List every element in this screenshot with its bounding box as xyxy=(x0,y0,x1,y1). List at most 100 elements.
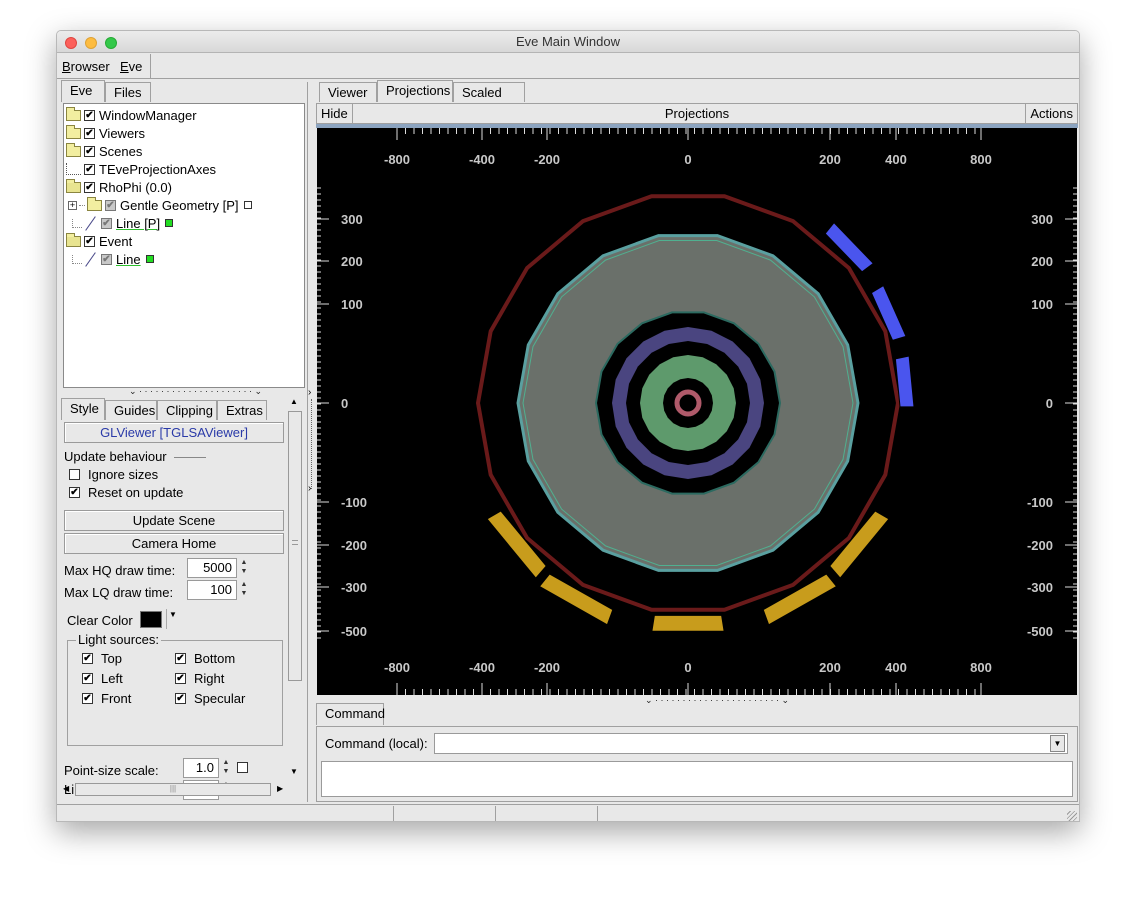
checkbox[interactable]: ✔ xyxy=(175,673,186,684)
scroll-up-icon[interactable]: ▲ xyxy=(290,397,298,406)
menu-browser[interactable]: Browser xyxy=(62,59,110,74)
checkbox[interactable]: ✔ xyxy=(175,653,186,664)
style-panel-hscrollbar[interactable]: ◀ ||| ▶ xyxy=(63,783,287,797)
projection-gl-viewer[interactable]: -800 -800 -400 -400 -200 -200 0 0 200 200 400 400 80… xyxy=(317,128,1077,695)
tree-item-scenes[interactable]: ✔ Scenes xyxy=(66,142,142,160)
scroll-thumb[interactable] xyxy=(288,411,302,681)
scroll-left-icon[interactable]: ◀ xyxy=(63,784,69,793)
checkbox[interactable] xyxy=(69,469,80,480)
y-tick-label-right: 200 xyxy=(1031,254,1053,269)
tree-item-line-p[interactable]: ✔ Line [P] xyxy=(72,214,174,232)
tab-viewer1[interactable]: Viewer 1 xyxy=(319,82,377,115)
max-lq-spinner[interactable]: ▲ ▼ xyxy=(238,580,250,600)
update-scene-button[interactable]: Update Scene xyxy=(64,510,284,531)
clear-color-swatch[interactable] xyxy=(140,611,162,628)
checkbox-label: Left xyxy=(101,671,123,686)
checkbox[interactable]: ✔ xyxy=(101,217,112,229)
x-tick-label-bottom: 800 xyxy=(970,660,992,675)
actions-button[interactable]: Actions xyxy=(1025,104,1077,123)
tree-item-label: Gentle Geometry [P] xyxy=(120,197,239,213)
close-window-button[interactable] xyxy=(65,37,77,49)
splitter-handle[interactable]: ⌄ · · · · · · · · · · · · · · · · · · · … xyxy=(129,386,262,397)
x-tick-label-top: -400 xyxy=(469,152,495,167)
max-lq-input[interactable]: 100 xyxy=(187,580,237,600)
tab-files[interactable]: Files xyxy=(105,82,151,102)
hscroll-thumb[interactable]: ||| xyxy=(75,783,271,796)
command-input[interactable]: ▼ xyxy=(434,733,1068,754)
light-top-checkbox[interactable]: ✔ Top xyxy=(82,651,122,666)
tab-scaled-3d[interactable]: Scaled 3D xyxy=(453,82,525,115)
tab-label: Command xyxy=(325,706,385,721)
max-hq-input[interactable]: 5000 xyxy=(187,558,237,578)
checkbox[interactable]: ✔ xyxy=(84,127,95,139)
minimize-window-button[interactable] xyxy=(85,37,97,49)
checkbox[interactable]: ✔ xyxy=(82,673,93,684)
window-title: Eve Main Window xyxy=(515,34,621,49)
y-tick-label-left: -100 xyxy=(341,495,367,510)
checkbox[interactable]: ✔ xyxy=(175,693,186,704)
command-panel: Command (local): ▼ xyxy=(316,726,1078,802)
resize-grip[interactable] xyxy=(1067,811,1077,821)
light-front-checkbox[interactable]: ✔ Front xyxy=(82,691,131,706)
checkbox[interactable]: ✔ xyxy=(101,253,112,265)
tree-item-line[interactable]: ✔ Line xyxy=(72,250,154,268)
tab-label: Extras xyxy=(226,403,263,418)
checkbox[interactable]: ✔ xyxy=(105,199,116,211)
open-folder-icon xyxy=(66,178,81,193)
hide-button[interactable]: Hide xyxy=(317,104,353,123)
max-hq-spinner[interactable]: ▲ ▼ xyxy=(238,558,250,578)
light-right-checkbox[interactable]: ✔ Right xyxy=(175,671,224,686)
checkbox[interactable]: ✔ xyxy=(84,109,95,121)
light-specular-checkbox[interactable]: ✔ Specular xyxy=(175,691,245,706)
menu-eve[interactable]: Eve xyxy=(120,59,142,74)
checkbox-label: Top xyxy=(101,651,122,666)
expand-icon[interactable]: + xyxy=(68,200,77,210)
checkbox[interactable]: ✔ xyxy=(69,487,80,498)
line-icon xyxy=(84,252,98,266)
clear-color-dropdown[interactable]: ▼ xyxy=(166,609,177,629)
projection-canvas[interactable]: -800 -800 -400 -400 -200 -200 0 0 200 200 400 400 80… xyxy=(317,128,1077,695)
checkbox[interactable]: ✔ xyxy=(84,235,95,247)
tree-item-gentle-geometry[interactable]: + ✔ Gentle Geometry [P] xyxy=(68,196,252,214)
scroll-right-icon[interactable]: ▶ xyxy=(277,784,283,793)
splitter-arrow-icon[interactable]: › xyxy=(308,387,311,398)
point-size-checkbox[interactable] xyxy=(237,762,248,773)
y-tick-label-left: -200 xyxy=(341,538,367,553)
color-swatch xyxy=(243,201,252,209)
tab-clipping[interactable]: Clipping xyxy=(157,400,217,420)
command-history-dropdown[interactable]: ▼ xyxy=(1050,735,1065,752)
camera-home-button[interactable]: Camera Home xyxy=(64,533,284,554)
point-size-spinner[interactable]: ▲ ▼ xyxy=(220,758,232,778)
tab-style[interactable]: Style xyxy=(61,398,105,420)
x-tick-label-bottom: 400 xyxy=(885,660,907,675)
ignore-sizes-checkbox[interactable]: Ignore sizes xyxy=(69,467,158,482)
tree-item-rhophi[interactable]: ✔ RhoPhi (0.0) xyxy=(66,178,172,196)
tab-extras[interactable]: Extras xyxy=(217,400,267,420)
y-tick-label-right: -300 xyxy=(1027,580,1053,595)
splitter-handle[interactable]: ⌄ · · · · · · · · · · · · · · · · · · · … xyxy=(645,695,789,706)
tree-item-event[interactable]: ✔ Event xyxy=(66,232,132,250)
maximize-window-button[interactable] xyxy=(105,37,117,49)
splitter-arrow-icon[interactable]: › xyxy=(308,483,311,494)
checkbox[interactable]: ✔ xyxy=(82,653,93,664)
tab-eve[interactable]: Eve xyxy=(61,80,105,102)
style-tab-bar: Style Guides Clipping Extras xyxy=(61,398,291,420)
point-size-input[interactable]: 1.0 xyxy=(183,758,219,778)
tree-item-projection-axes[interactable]: ✔ TEveProjectionAxes xyxy=(66,160,216,178)
tab-command[interactable]: Command xyxy=(316,703,385,725)
tab-guides[interactable]: Guides xyxy=(105,400,157,420)
light-left-checkbox[interactable]: ✔ Left xyxy=(82,671,123,686)
reset-on-update-checkbox[interactable]: ✔ Reset on update xyxy=(69,485,183,500)
checkbox[interactable]: ✔ xyxy=(84,163,95,175)
checkbox[interactable]: ✔ xyxy=(84,181,95,193)
style-panel-vscrollbar[interactable]: ▲ ▼ xyxy=(287,397,303,779)
checkbox[interactable]: ✔ xyxy=(82,693,93,704)
light-bottom-checkbox[interactable]: ✔ Bottom xyxy=(175,651,235,666)
tree-item-windowmanager[interactable]: ✔ WindowManager xyxy=(66,106,197,124)
tree-item-viewers[interactable]: ✔ Viewers xyxy=(66,124,145,142)
checkbox[interactable]: ✔ xyxy=(84,145,95,157)
vertical-splitter[interactable] xyxy=(311,399,312,489)
glviewer-button[interactable]: GLViewer [TGLSAViewer] xyxy=(64,422,284,443)
scroll-down-icon[interactable]: ▼ xyxy=(290,767,298,776)
tab-projections[interactable]: Projections xyxy=(377,80,453,102)
